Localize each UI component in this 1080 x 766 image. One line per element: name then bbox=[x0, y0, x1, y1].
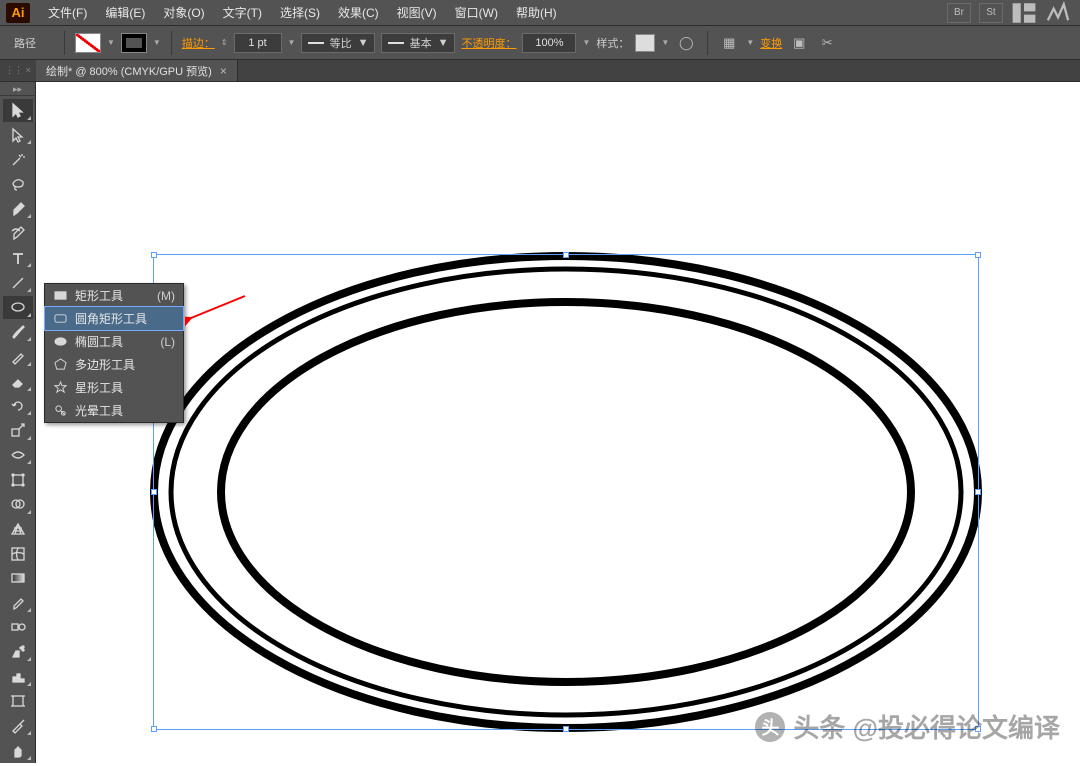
flyout-item-label: 星形工具 bbox=[75, 379, 175, 396]
shape-tool[interactable] bbox=[3, 296, 33, 319]
ellipse-icon bbox=[53, 335, 67, 349]
chevron-down-icon[interactable]: ▼ bbox=[746, 38, 754, 47]
flyout-item-label: 光晕工具 bbox=[75, 402, 175, 419]
menu-object[interactable]: 对象(O) bbox=[155, 0, 212, 25]
type-tool[interactable] bbox=[3, 247, 33, 270]
symbol-sprayer-tool[interactable] bbox=[3, 641, 33, 664]
perspective-grid-tool[interactable] bbox=[3, 518, 33, 541]
stroke-label-link[interactable]: 描边： bbox=[182, 35, 215, 51]
width-tool[interactable] bbox=[3, 444, 33, 467]
rounded-rectangle-icon bbox=[53, 312, 67, 326]
gpu-preview-icon[interactable] bbox=[1045, 3, 1071, 23]
chevron-down-icon[interactable]: ▼ bbox=[582, 38, 590, 47]
shape-builder-tool[interactable] bbox=[3, 493, 33, 516]
slice-tool[interactable] bbox=[3, 715, 33, 738]
scale-tool[interactable] bbox=[3, 419, 33, 442]
brush-definition[interactable]: 基本▼ bbox=[381, 33, 455, 53]
flyout-item-label: 多边形工具 bbox=[75, 356, 175, 373]
menu-view[interactable]: 视图(V) bbox=[389, 0, 445, 25]
menu-select[interactable]: 选择(S) bbox=[272, 0, 328, 25]
chevron-down-icon[interactable]: ▼ bbox=[107, 38, 115, 47]
flyout-item-label: 矩形工具 bbox=[75, 287, 149, 304]
graphic-style-swatch[interactable] bbox=[635, 34, 655, 52]
flyout-item-rounded-rectangle[interactable]: 圆角矩形工具 bbox=[45, 307, 183, 330]
menu-type[interactable]: 文字(T) bbox=[215, 0, 270, 25]
bridge-icon[interactable]: Br bbox=[947, 3, 971, 23]
menu-file[interactable]: 文件(F) bbox=[40, 0, 95, 25]
gradient-tool[interactable] bbox=[3, 567, 33, 590]
watermark: 头 头条 @投必得论文编译 bbox=[755, 708, 1060, 745]
style-label: 样式： bbox=[596, 35, 629, 51]
pen-tool[interactable] bbox=[3, 198, 33, 221]
tools-collapse-icon[interactable]: ▸▸ bbox=[0, 84, 36, 96]
stepper-icon[interactable]: ⇕ bbox=[221, 38, 228, 47]
free-transform-tool[interactable] bbox=[3, 468, 33, 491]
document-tab-strip: ⋮⋮ × 绘制* @ 800% (CMYK/GPU 预览) × bbox=[0, 60, 1080, 82]
document-tab-title: 绘制* @ 800% (CMYK/GPU 预览) bbox=[46, 63, 212, 79]
stock-icon[interactable]: St bbox=[979, 3, 1003, 23]
document-tab[interactable]: 绘制* @ 800% (CMYK/GPU 预览) × bbox=[36, 60, 238, 81]
align-icon[interactable]: ▦ bbox=[718, 33, 740, 53]
flyout-item-ellipse[interactable]: 椭圆工具 (L) bbox=[45, 330, 183, 353]
lasso-tool[interactable] bbox=[3, 173, 33, 196]
tools-panel: ▸▸ bbox=[0, 82, 36, 763]
artboard-tool[interactable] bbox=[3, 690, 33, 713]
flyout-item-flare[interactable]: 光晕工具 bbox=[45, 399, 183, 422]
flyout-item-label: 椭圆工具 bbox=[75, 333, 152, 350]
variable-width-profile[interactable]: 等比▼ bbox=[301, 33, 375, 53]
chevron-down-icon[interactable]: ▼ bbox=[153, 38, 161, 47]
menu-effect[interactable]: 效果(C) bbox=[330, 0, 387, 25]
stroke-weight-field[interactable]: 1 pt bbox=[234, 33, 282, 53]
menubar: Ai 文件(F) 编辑(E) 对象(O) 文字(T) 选择(S) 效果(C) 视… bbox=[0, 0, 1080, 26]
rectangle-icon bbox=[53, 289, 67, 303]
arrange-documents-icon[interactable] bbox=[1011, 3, 1037, 23]
polygon-icon bbox=[53, 358, 67, 372]
opacity-field[interactable]: 100% bbox=[522, 33, 576, 53]
app-logo: Ai bbox=[6, 3, 30, 23]
menu-edit[interactable]: 编辑(E) bbox=[97, 0, 153, 25]
opacity-label-link[interactable]: 不透明度： bbox=[461, 35, 516, 51]
control-bar: 路径 ▼ ▼ 描边： ⇕ 1 pt ▼ 等比▼ 基本▼ 不透明度： 100% ▼… bbox=[0, 26, 1080, 60]
stroke-swatch[interactable] bbox=[121, 33, 147, 53]
flyout-item-shortcut: (L) bbox=[160, 335, 175, 349]
menu-help[interactable]: 帮助(H) bbox=[508, 0, 565, 25]
flyout-item-rectangle[interactable]: 矩形工具 (M) bbox=[45, 284, 183, 307]
shape-tool-flyout: 矩形工具 (M) 圆角矩形工具 椭圆工具 (L) 多边形工具 星形工具 光晕工具 bbox=[44, 283, 184, 423]
selection-bounding-box[interactable] bbox=[153, 254, 979, 730]
direct-selection-tool[interactable] bbox=[3, 124, 33, 147]
flyout-item-star[interactable]: 星形工具 bbox=[45, 376, 183, 399]
blend-tool[interactable] bbox=[3, 616, 33, 639]
rotate-tool[interactable] bbox=[3, 395, 33, 418]
tab-handles[interactable]: ⋮⋮ × bbox=[0, 60, 36, 81]
magic-wand-tool[interactable] bbox=[3, 148, 33, 171]
crop-image-icon[interactable]: ✂ bbox=[816, 33, 838, 53]
isolate-icon[interactable]: ▣ bbox=[788, 33, 810, 53]
hand-tool[interactable] bbox=[3, 739, 33, 762]
canvas[interactable] bbox=[36, 82, 1080, 763]
pencil-tool[interactable] bbox=[3, 345, 33, 368]
flare-icon bbox=[53, 404, 67, 418]
watermark-text: 头条 @投必得论文编译 bbox=[793, 708, 1060, 745]
flyout-item-shortcut: (M) bbox=[157, 289, 175, 303]
star-icon bbox=[53, 381, 67, 395]
curvature-tool[interactable] bbox=[3, 222, 33, 245]
recolor-artwork-icon[interactable]: ◯ bbox=[675, 33, 697, 53]
column-graph-tool[interactable] bbox=[3, 665, 33, 688]
chevron-down-icon[interactable]: ▼ bbox=[661, 38, 669, 47]
selection-tool[interactable] bbox=[3, 99, 33, 122]
eraser-tool[interactable] bbox=[3, 370, 33, 393]
watermark-icon: 头 bbox=[755, 712, 785, 742]
menu-window[interactable]: 窗口(W) bbox=[447, 0, 506, 25]
close-tab-icon[interactable]: × bbox=[220, 64, 227, 78]
paintbrush-tool[interactable] bbox=[3, 321, 33, 344]
line-segment-tool[interactable] bbox=[3, 271, 33, 294]
transform-link[interactable]: 变换 bbox=[760, 35, 782, 51]
eyedropper-tool[interactable] bbox=[3, 592, 33, 615]
chevron-down-icon[interactable]: ▼ bbox=[288, 38, 296, 47]
selection-type-label: 路径 bbox=[8, 33, 54, 53]
mesh-tool[interactable] bbox=[3, 542, 33, 565]
flyout-item-label: 圆角矩形工具 bbox=[75, 310, 167, 327]
fill-swatch[interactable] bbox=[75, 33, 101, 53]
flyout-item-polygon[interactable]: 多边形工具 bbox=[45, 353, 183, 376]
